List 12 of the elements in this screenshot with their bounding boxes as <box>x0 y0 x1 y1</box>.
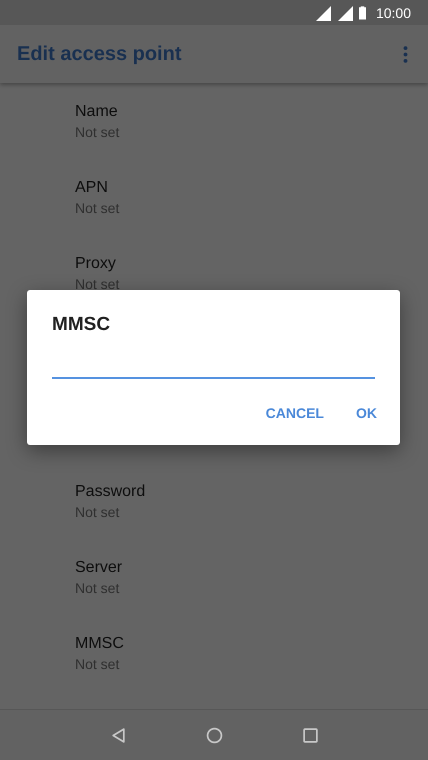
back-icon[interactable] <box>110 726 126 744</box>
signal-icon <box>314 4 331 20</box>
dialog-button[interactable]: OK <box>344 395 389 431</box>
home-icon[interactable] <box>206 726 222 744</box>
clock: 10:00 <box>376 4 411 20</box>
screen-title: Edit access point <box>17 42 182 66</box>
battery-icon <box>358 5 366 20</box>
dialog-button[interactable]: CANCEL <box>254 395 336 431</box>
recents-icon[interactable] <box>302 726 318 744</box>
more-options-icon[interactable] <box>403 46 408 62</box>
dialog-title: MMSC <box>52 314 110 336</box>
signal-icon <box>336 4 353 20</box>
